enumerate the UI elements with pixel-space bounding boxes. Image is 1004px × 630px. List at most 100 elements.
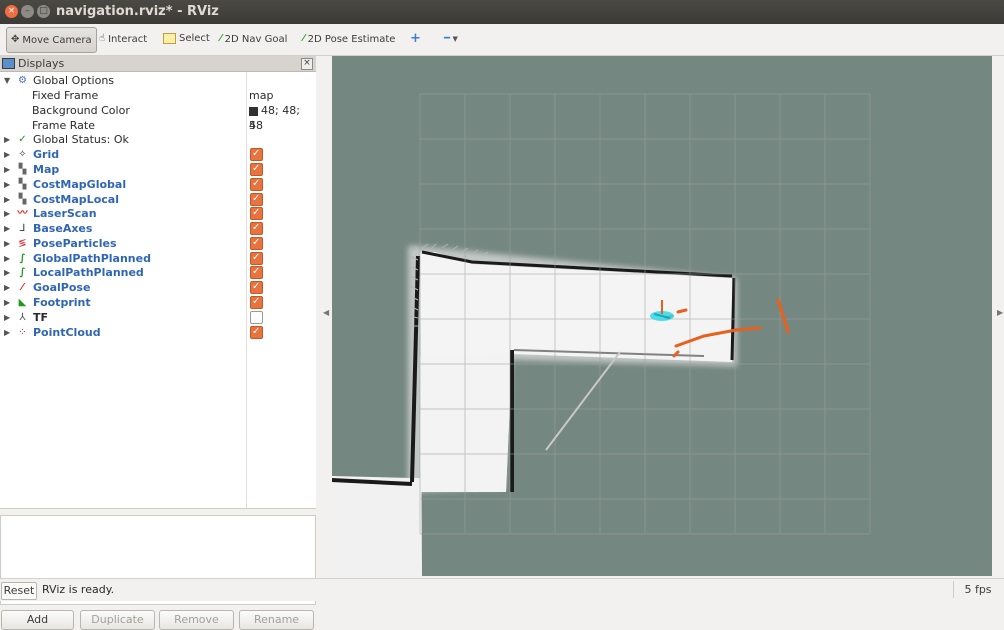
- enabled-checkbox[interactable]: [250, 161, 263, 176]
- tree-row-costmap-local[interactable]: ▶ ▚ CostMapLocal: [0, 191, 316, 207]
- display-label: GlobalPathPlanned: [33, 252, 151, 265]
- enabled-checkbox[interactable]: [250, 235, 263, 250]
- color-swatch: [249, 106, 258, 116]
- tree-row-costmap-global[interactable]: ▶ ▚ CostMapGlobal: [0, 176, 316, 192]
- tf-icon: ⅄: [19, 312, 26, 323]
- fixed-frame-label: Fixed Frame: [32, 89, 99, 102]
- enabled-checkbox[interactable]: [250, 220, 263, 235]
- collapsed-arrow-icon[interactable]: ▶: [4, 192, 10, 207]
- tree-row-global-options[interactable]: ▼ ⚙ Global Options: [0, 73, 316, 88]
- enabled-checkbox[interactable]: [250, 294, 263, 309]
- collapsed-arrow-icon[interactable]: ▶: [4, 132, 10, 147]
- fixed-frame-value[interactable]: map: [249, 88, 273, 103]
- tree-row-goal-pose[interactable]: ▶ ⁄ GoalPose: [0, 279, 316, 295]
- display-label: GoalPose: [33, 281, 91, 294]
- move-camera-label: Move Camera: [22, 35, 92, 46]
- window-title: navigation.rviz* - RViz: [56, 4, 219, 19]
- pose-arrow-icon: ⁄: [21, 282, 24, 293]
- status-bar: Reset RViz is ready. 5 fps: [0, 578, 1004, 601]
- collapsed-arrow-icon[interactable]: ▶: [4, 310, 10, 325]
- tree-row-footprint[interactable]: ▶ ◣ Footprint: [0, 294, 316, 310]
- minimize-window-button[interactable]: –: [21, 5, 34, 18]
- left-splitter-handle[interactable]: ◀: [316, 56, 332, 576]
- add-display-button[interactable]: Add: [1, 610, 74, 630]
- free-space-lower: [332, 478, 420, 576]
- right-splitter-handle[interactable]: ▶: [992, 56, 1004, 576]
- remove-tool-button[interactable]: ━ ▼: [444, 27, 458, 51]
- display-label: PoseParticles: [33, 237, 117, 250]
- close-panel-button[interactable]: ×: [301, 58, 313, 70]
- enabled-checkbox[interactable]: [250, 176, 263, 191]
- collapsed-arrow-icon[interactable]: ▶: [4, 280, 10, 295]
- enabled-checkbox[interactable]: [250, 146, 263, 161]
- pose-estimate-label: 2D Pose Estimate: [307, 34, 396, 45]
- status-message: RViz is ready.: [42, 583, 115, 596]
- remove-display-button[interactable]: Remove: [159, 610, 234, 630]
- grid-icon: ✧: [18, 149, 27, 160]
- map-icon: ▚: [18, 164, 27, 175]
- enabled-checkbox[interactable]: [250, 264, 263, 279]
- expanded-arrow-icon[interactable]: ▼: [4, 73, 10, 88]
- tree-row-pose-particles[interactable]: ▶ ≶ PoseParticles: [0, 235, 316, 251]
- tree-row-global-path[interactable]: ▶ ∫ GlobalPathPlanned: [0, 250, 316, 266]
- gear-icon: ⚙: [18, 75, 27, 86]
- displays-panel-header: Displays ×: [0, 56, 316, 72]
- collapsed-arrow-icon[interactable]: ▶: [4, 325, 10, 340]
- tree-row-fixed-frame[interactable]: Fixed Frame map: [0, 88, 316, 103]
- tree-row-grid[interactable]: ▶ ✧ Grid: [0, 146, 316, 162]
- display-label: Grid: [33, 148, 60, 161]
- enabled-checkbox[interactable]: [250, 324, 263, 339]
- tree-row-map[interactable]: ▶ ▚ Map: [0, 161, 316, 177]
- interact-label: Interact: [108, 34, 148, 45]
- expand-right-icon: ▶: [997, 308, 1004, 317]
- displays-panel: Displays × ▼ ⚙ Global Options Fixed Fram…: [0, 56, 316, 630]
- laser-ray: [545, 351, 621, 451]
- tree-row-local-path[interactable]: ▶ ∫ LocalPathPlanned: [0, 264, 316, 280]
- collapsed-arrow-icon[interactable]: ▶: [4, 265, 10, 280]
- nav-goal-label: 2D Nav Goal: [224, 34, 288, 45]
- display-label: Map: [33, 163, 60, 176]
- global-status-label: Global Status: Ok: [33, 133, 129, 146]
- move-camera-button[interactable]: ✥ Move Camera: [6, 27, 97, 53]
- add-tool-button[interactable]: +: [410, 27, 421, 51]
- pose-estimate-button[interactable]: ⁄ 2D Pose Estimate: [303, 27, 395, 51]
- select-button[interactable]: Select: [163, 27, 210, 51]
- enabled-checkbox[interactable]: [250, 279, 263, 294]
- maximize-window-button[interactable]: □: [37, 5, 50, 18]
- chevron-down-icon: ▼: [450, 35, 458, 43]
- enabled-checkbox[interactable]: [250, 311, 263, 324]
- frame-rate-label: Frame Rate: [32, 119, 95, 132]
- collapsed-arrow-icon[interactable]: ▶: [4, 147, 10, 162]
- display-label: Footprint: [33, 296, 91, 309]
- close-window-button[interactable]: ×: [5, 5, 18, 18]
- point-cloud-icon: ⁘: [18, 327, 27, 338]
- tree-row-background-color[interactable]: Background Color 48; 48; 48: [0, 103, 316, 132]
- tree-row-base-axes[interactable]: ▶ ⅃ BaseAxes: [0, 220, 316, 236]
- collapsed-arrow-icon[interactable]: ▶: [4, 206, 10, 221]
- duplicate-display-button[interactable]: Duplicate: [80, 610, 155, 630]
- tree-row-global-status[interactable]: ▶ ✓ Global Status: Ok: [0, 132, 316, 147]
- tree-row-frame-rate[interactable]: Frame Rate 5: [0, 118, 316, 133]
- reset-button[interactable]: Reset: [1, 582, 37, 600]
- frame-rate-value[interactable]: 5: [249, 118, 256, 133]
- collapsed-arrow-icon[interactable]: ▶: [4, 251, 10, 266]
- collapse-left-icon: ◀: [323, 308, 330, 317]
- collapsed-arrow-icon[interactable]: ▶: [4, 221, 10, 236]
- tree-row-laser-scan[interactable]: ▶ 〰 LaserScan: [0, 205, 316, 221]
- enabled-checkbox[interactable]: [250, 205, 263, 220]
- render-viewport[interactable]: [332, 56, 992, 576]
- tree-row-point-cloud[interactable]: ▶ ⁘ PointCloud: [0, 324, 316, 340]
- polygon-icon: ◣: [18, 297, 27, 308]
- checkmark-icon: ✓: [18, 134, 27, 145]
- collapsed-arrow-icon[interactable]: ▶: [4, 177, 10, 192]
- map-render[interactable]: [332, 56, 992, 576]
- nav-goal-button[interactable]: ⁄ 2D Nav Goal: [220, 27, 287, 51]
- laser-scan-icon: 〰: [17, 208, 28, 219]
- display-label: LocalPathPlanned: [33, 266, 144, 279]
- interact-button[interactable]: ☝ Interact: [99, 27, 147, 51]
- rename-display-button[interactable]: Rename: [239, 610, 314, 630]
- collapsed-arrow-icon[interactable]: ▶: [4, 162, 10, 177]
- collapsed-arrow-icon[interactable]: ▶: [4, 236, 10, 251]
- tree-row-tf[interactable]: ▶ ⅄ TF: [0, 310, 316, 325]
- collapsed-arrow-icon[interactable]: ▶: [4, 295, 10, 310]
